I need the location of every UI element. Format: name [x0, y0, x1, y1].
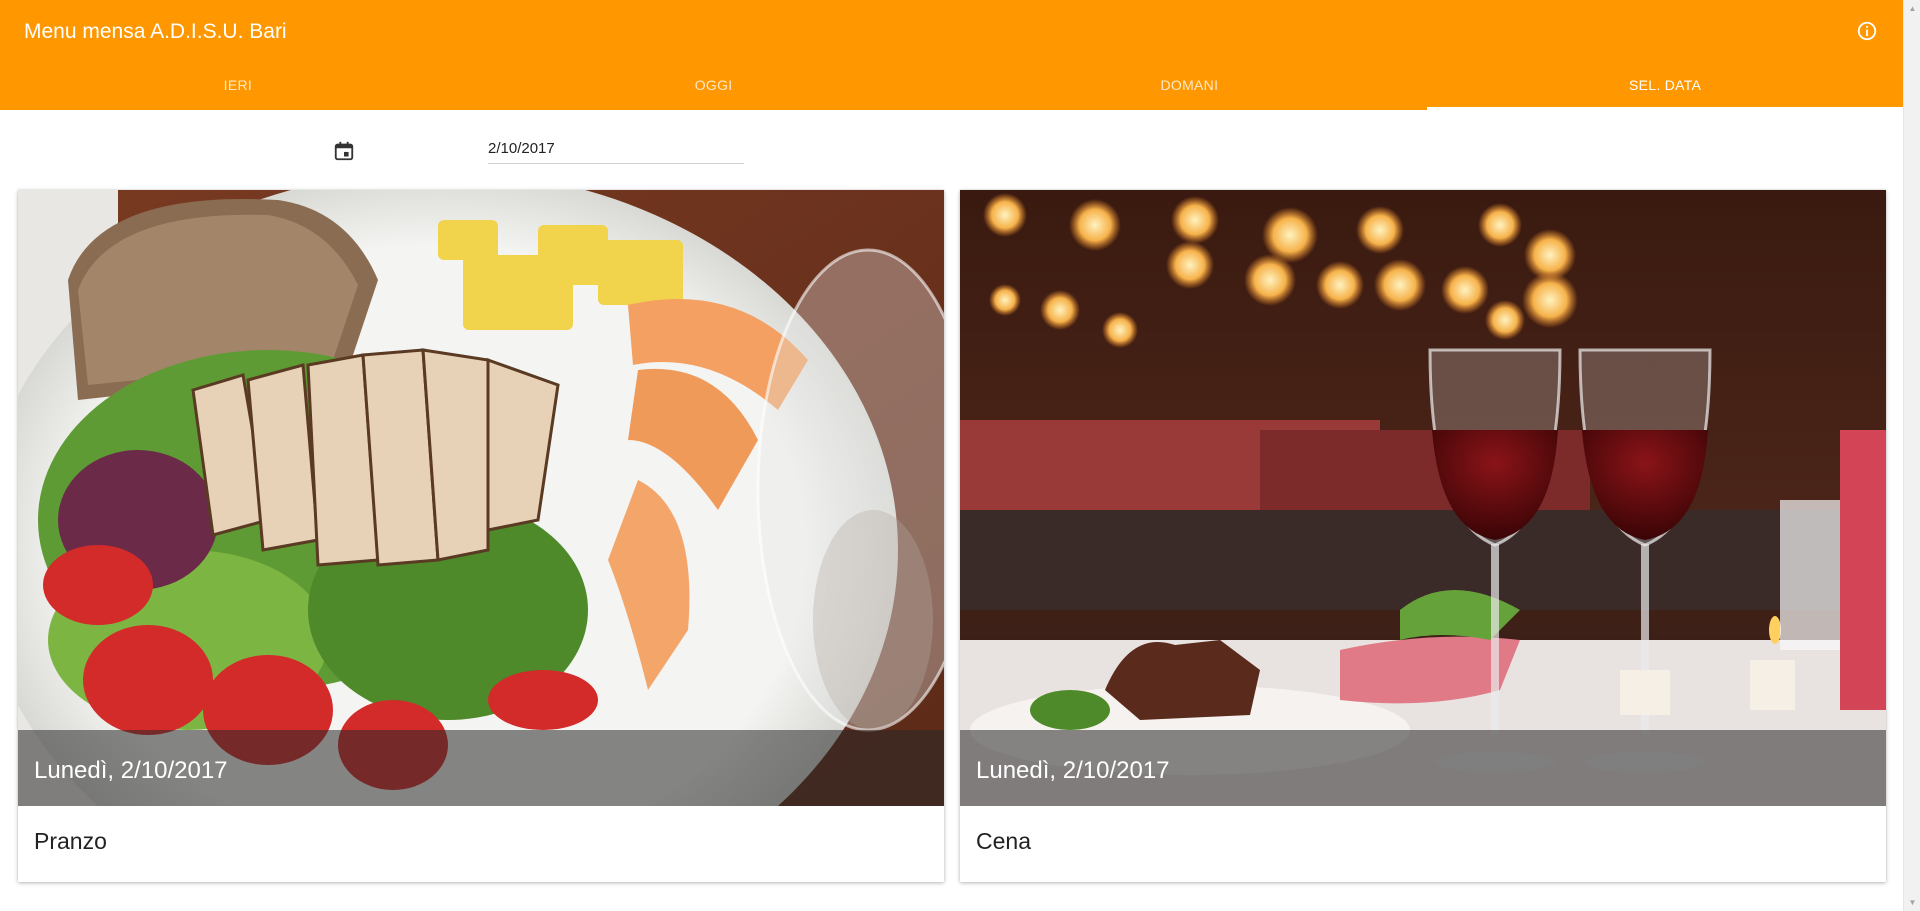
- tab-oggi[interactable]: OGGI: [476, 64, 952, 110]
- lunch-title: Pranzo: [34, 828, 107, 854]
- tab-domani[interactable]: DOMANI: [952, 64, 1428, 110]
- calendar-icon[interactable]: [333, 140, 355, 162]
- tab-label: DOMANI: [1160, 77, 1219, 93]
- dinner-card[interactable]: Lunedì, 2/10/2017 Cena: [960, 190, 1886, 882]
- vertical-scrollbar[interactable]: ▲ ▼: [1903, 0, 1920, 911]
- dinner-image: Lunedì, 2/10/2017: [960, 190, 1886, 806]
- date-input[interactable]: [488, 134, 744, 164]
- tab-label: SEL. DATA: [1629, 77, 1702, 93]
- lunch-image: Lunedì, 2/10/2017: [18, 190, 944, 806]
- dinner-title: Cena: [976, 828, 1031, 854]
- date-picker-row: [0, 110, 1903, 190]
- scroll-up-arrow-icon[interactable]: ▲: [1908, 4, 1917, 13]
- lunch-image-overlay: Lunedì, 2/10/2017: [18, 730, 944, 806]
- app-bar: Menu mensa A.D.I.S.U. Bari IERI OGGI DOM…: [0, 0, 1903, 110]
- tab-label: OGGI: [694, 77, 733, 93]
- lunch-date-caption: Lunedì, 2/10/2017: [34, 757, 228, 784]
- tab-ieri[interactable]: IERI: [0, 64, 476, 110]
- info-icon: [1857, 21, 1877, 41]
- tab-bar: IERI OGGI DOMANI SEL. DATA: [0, 64, 1903, 110]
- dinner-date-caption: Lunedì, 2/10/2017: [976, 757, 1170, 784]
- lunch-card[interactable]: Lunedì, 2/10/2017 Pranzo: [18, 190, 944, 882]
- app-root: Menu mensa A.D.I.S.U. Bari IERI OGGI DOM…: [0, 0, 1903, 911]
- tab-sel-data[interactable]: SEL. DATA: [1427, 64, 1903, 110]
- info-button[interactable]: [1854, 18, 1880, 44]
- scroll-down-arrow-icon[interactable]: ▼: [1908, 898, 1917, 907]
- dinner-image-overlay: Lunedì, 2/10/2017: [960, 730, 1886, 806]
- app-title: Menu mensa A.D.I.S.U. Bari: [24, 20, 287, 43]
- tab-label: IERI: [223, 77, 253, 93]
